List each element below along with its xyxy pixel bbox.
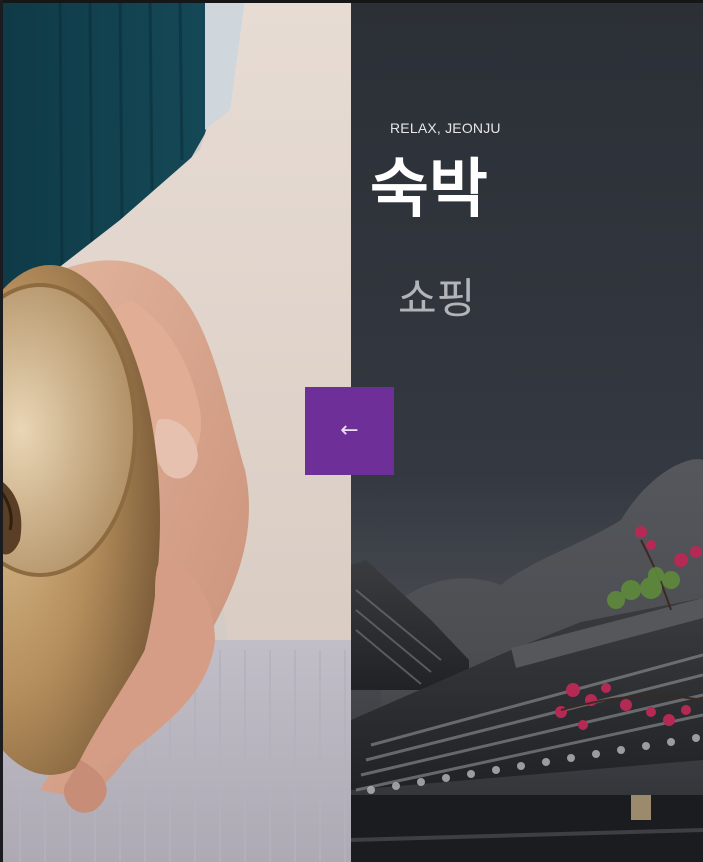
top-border bbox=[0, 0, 703, 3]
arrow-left-icon: ← bbox=[340, 418, 359, 443]
hand-holding-bowl-image bbox=[0, 0, 351, 862]
eyebrow-label: RELAX, JEONJU bbox=[390, 120, 501, 136]
category-title-next[interactable]: 쇼핑 bbox=[398, 278, 475, 320]
category-title-active[interactable]: 숙박 bbox=[370, 158, 488, 222]
left-border bbox=[0, 0, 3, 862]
prev-slide-button[interactable]: ← bbox=[305, 387, 394, 475]
hero-slider: RELAX, JEONJU 숙박 쇼핑 ← bbox=[0, 0, 703, 862]
